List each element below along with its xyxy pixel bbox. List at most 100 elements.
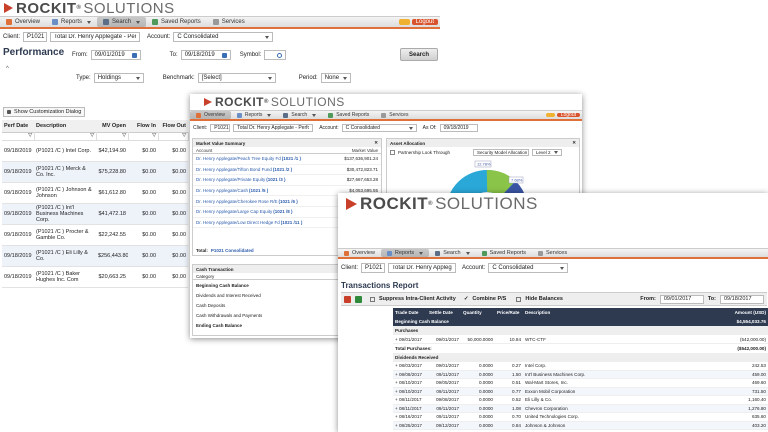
- saved-reports-icon: [481, 250, 487, 256]
- nav-overview[interactable]: Overview: [0, 17, 46, 27]
- close-icon[interactable]: ✕: [572, 140, 576, 146]
- table-row[interactable]: 09/18/2019 (P1021 /C ) Eli Lilly & Co. $25…: [2, 245, 188, 266]
- table-row[interactable]: + 08/10/2017 09/05/2017 0.0000 0.51 Wal-Mart…: [393, 378, 768, 387]
- table-row[interactable]: + 08/10/2017 09/11/2017 0.0000 0.77 Exxon Mo…: [393, 387, 768, 396]
- customization-button[interactable]: Show Customization Dialog: [3, 107, 86, 117]
- client-code-field[interactable]: P1021: [23, 32, 48, 42]
- filter-cell[interactable]: ⛛: [2, 132, 35, 140]
- nav-search[interactable]: Search: [277, 111, 322, 119]
- from-date-input[interactable]: 09/01/2017: [659, 294, 704, 304]
- account-link[interactable]: Dr. Henry Applegate/Peach Tree Equity Fd…: [196, 156, 301, 161]
- account-link[interactable]: Dr. Henry Applegate/Tifton Bond Fund(102…: [196, 167, 292, 172]
- column-header[interactable]: Perf Date: [2, 120, 34, 132]
- table-cell: $0.00: [172, 273, 186, 280]
- allocation-model-select[interactable]: Security Model Allocation: [472, 149, 529, 156]
- account-link[interactable]: Dr. Henry Applegate/Cherokee Rose R/E(10…: [196, 199, 298, 204]
- account-link[interactable]: Dr. Henry Applegate/Cash(1021 /5 ): [196, 188, 268, 193]
- nav-search[interactable]: Search: [429, 249, 475, 257]
- consolidated-link[interactable]: P1021 Consolidated: [211, 248, 254, 253]
- combine-check-icon[interactable]: ✓: [464, 296, 469, 302]
- table-row[interactable]: 09/18/2019 (P1021 /C ) Merck & Co. Inc. $7…: [2, 161, 188, 182]
- table-row[interactable]: 09/18/2019 (P1021 /C ) Johnson & Johnson $…: [2, 182, 188, 203]
- table-row[interactable]: 09/18/2019 (P1021 /C ) Intel Corp. $42,194…: [2, 140, 188, 161]
- calendar-icon[interactable]: [221, 52, 227, 58]
- table-row[interactable]: 09/18/2019 (P1021 /C ) Baker Hughes Inc. …: [2, 266, 188, 287]
- table-row[interactable]: + 08/16/2017 09/11/2017 0.0000 0.70 United T…: [393, 412, 768, 421]
- column-header[interactable]: Flow Out: [158, 120, 188, 132]
- symbol-input[interactable]: [264, 50, 287, 60]
- client-name-select[interactable]: Total Dr. Henry Applegate - Performanc: [50, 32, 141, 42]
- pdf-export-icon[interactable]: [344, 295, 351, 303]
- calendar-icon[interactable]: [131, 52, 137, 58]
- column-header[interactable]: Quantity: [461, 308, 495, 317]
- nav-overview[interactable]: Overview: [190, 111, 231, 119]
- account-select[interactable]: C Consolidated: [488, 263, 569, 273]
- hide-balances-checkbox[interactable]: [516, 296, 522, 302]
- asof-date-input[interactable]: 09/18/2019: [439, 124, 478, 132]
- excel-export-icon[interactable]: [355, 295, 362, 303]
- column-header[interactable]: MV Open: [96, 120, 128, 132]
- table-row[interactable]: + 08/11/2017 09/11/2017 0.0000 1.08 Chevron …: [393, 404, 768, 413]
- to-date-input[interactable]: 09/18/2017: [720, 294, 764, 304]
- table-cell: + 08/08/2017: [395, 371, 422, 377]
- from-date-input[interactable]: 09/01/2019: [90, 50, 141, 60]
- nav-search[interactable]: Search: [97, 17, 147, 27]
- account-link[interactable]: Dr. Henry Applegate/Private Equity(1021 …: [196, 177, 286, 182]
- mv-row[interactable]: Dr. Henry Applegate/Tifton Bond Fund(102…: [193, 165, 381, 176]
- table-row[interactable]: + 08/11/2017 09/08/2017 0.0000 0.52 Eli Lill…: [393, 395, 768, 404]
- column-header[interactable]: Trade Date: [393, 308, 427, 317]
- collapse-chevron-icon[interactable]: ^: [6, 66, 9, 72]
- client-code-field[interactable]: P1021: [361, 263, 386, 273]
- close-icon[interactable]: ✕: [374, 140, 378, 146]
- column-header[interactable]: Settle Date: [427, 308, 461, 317]
- performance-table: Perf Date Description MV Open Flow In Flow O…: [2, 120, 189, 288]
- nav-services[interactable]: Services: [375, 111, 414, 119]
- benchmark-select[interactable]: [Select]: [197, 73, 276, 83]
- nav-reports[interactable]: Reports: [46, 17, 97, 27]
- help-icon[interactable]: [398, 19, 410, 25]
- nav-services[interactable]: Services: [532, 249, 573, 257]
- client-code-field[interactable]: P1021: [210, 124, 231, 132]
- nav-saved-reports[interactable]: Saved Reports: [146, 17, 207, 27]
- type-select[interactable]: Holdings: [93, 73, 144, 83]
- column-header[interactable]: Price/Rate: [495, 308, 523, 317]
- nav-saved-reports[interactable]: Saved Reports: [476, 249, 532, 257]
- search-button[interactable]: Search: [400, 48, 438, 61]
- help-icon[interactable]: [545, 113, 555, 117]
- client-name-select[interactable]: Total Dr. Henry Applegate - Performanc: [233, 124, 314, 132]
- nav-reports[interactable]: Reports: [380, 249, 430, 257]
- nav-overview[interactable]: Overview: [338, 249, 381, 257]
- account-select[interactable]: C Consolidated: [173, 32, 274, 42]
- nav-services[interactable]: Services: [207, 17, 251, 27]
- logout-button[interactable]: Logout: [411, 19, 438, 25]
- client-name-select[interactable]: Total Dr. Henry Applegat: [388, 263, 457, 273]
- table-row[interactable]: 09/18/2019 (P1021 /C ) Procter & Gamble C…: [2, 224, 188, 245]
- nav-saved-reports[interactable]: Saved Reports: [322, 111, 375, 119]
- column-header[interactable]: Amount (USD): [688, 308, 768, 317]
- filter-cell[interactable]: ⛛: [96, 132, 129, 140]
- table-row[interactable]: + 08/08/2017 09/11/2017 0.0000 1.50 Int'l Bu…: [393, 370, 768, 379]
- table-row[interactable]: + 09/01/2017 09/01/2017 50,000.0000 10.84 WT…: [393, 335, 768, 344]
- column-header[interactable]: Description: [34, 120, 96, 132]
- filter-cell[interactable]: ⛛: [128, 132, 159, 140]
- filter-cell[interactable]: ⛛: [34, 132, 97, 140]
- logout-button[interactable]: Logout: [556, 112, 580, 118]
- account-link[interactable]: Dr. Henry Applegate/Low Direct Hedge Fd(…: [196, 220, 302, 225]
- lookthrough-checkbox[interactable]: [390, 150, 395, 155]
- table-cell: 09/01/2017: [436, 336, 459, 342]
- mv-row[interactable]: Dr. Henry Applegate/Peach Tree Equity Fd…: [193, 154, 381, 165]
- account-select[interactable]: C Consolidated: [341, 124, 417, 132]
- nav-reports[interactable]: Reports: [231, 111, 278, 119]
- column-header[interactable]: Description: [523, 308, 688, 317]
- account-link[interactable]: Dr. Henry Applegate/Large Cap Equity(102…: [196, 209, 293, 214]
- column-header[interactable]: Flow In: [128, 120, 158, 132]
- suppress-checkbox[interactable]: [370, 296, 375, 302]
- table-row[interactable]: + 08/25/2017 09/12/2017 0.0000 0.84 Johnson …: [393, 421, 768, 430]
- to-date-input[interactable]: 09/18/2019: [180, 50, 231, 60]
- table-row[interactable]: + 08/03/2017 09/01/2017 0.0000 0.27 Intel Co…: [393, 361, 768, 370]
- period-select[interactable]: None: [320, 73, 351, 83]
- table-row[interactable]: 09/18/2019 (P1021 /C ) Int'l Business Mac…: [2, 203, 188, 224]
- level-select[interactable]: Level 2: [531, 149, 562, 156]
- mv-row[interactable]: Dr. Henry Applegate/Private Equity(1021 …: [193, 175, 381, 186]
- filter-cell[interactable]: ⛛: [158, 132, 189, 140]
